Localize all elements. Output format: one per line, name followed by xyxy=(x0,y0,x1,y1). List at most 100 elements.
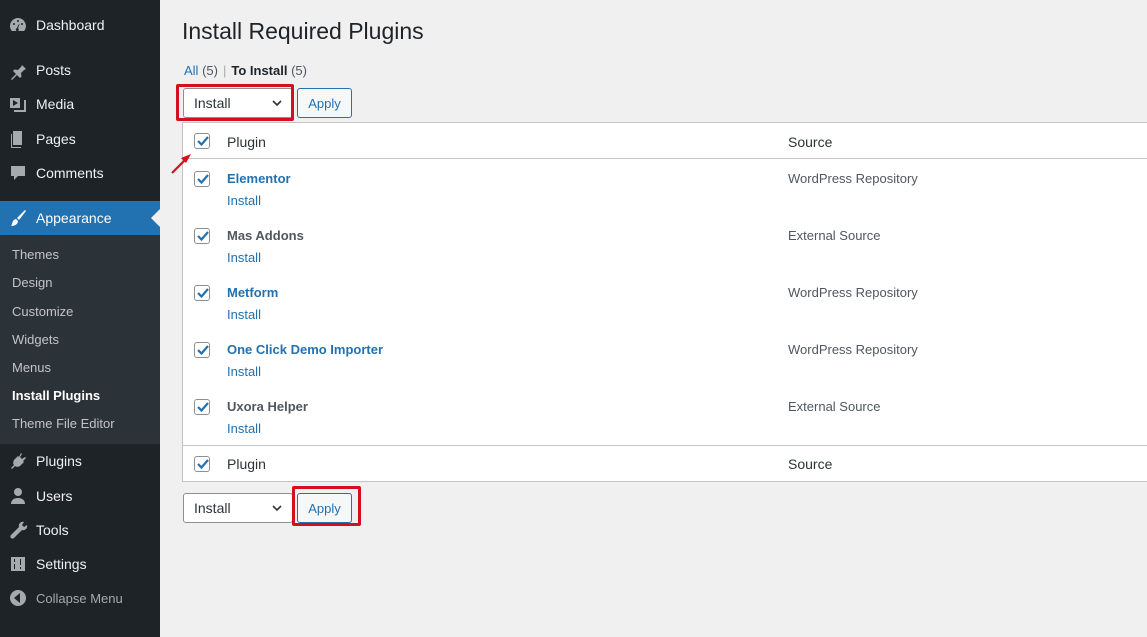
checkmark-icon xyxy=(197,345,209,356)
plugin-name-link[interactable]: Elementor xyxy=(227,171,291,186)
install-link[interactable]: Install xyxy=(227,250,261,265)
plugin-icon xyxy=(0,451,36,471)
sidebar-item-users[interactable]: Users xyxy=(0,479,160,513)
checkmark-icon xyxy=(197,288,209,299)
sidebar-item-label: Comments xyxy=(36,165,104,181)
table-row: Uxora Helper Install External Source xyxy=(183,388,1147,445)
table-row: Metform Install WordPress Repository xyxy=(183,274,1147,331)
plugin-source: WordPress Repository xyxy=(788,342,918,357)
column-footer-plugin[interactable]: Plugin xyxy=(227,456,266,472)
filter-to-install-link[interactable]: To Install (5) xyxy=(231,63,307,78)
sidebar-item-appearance[interactable]: Appearance xyxy=(0,201,160,235)
table-header: Plugin Source xyxy=(183,123,1147,159)
apply-button-bottom[interactable]: Apply xyxy=(297,493,352,523)
checkmark-icon xyxy=(197,402,209,413)
collapse-menu-button[interactable]: Collapse Menu xyxy=(0,581,160,615)
pages-icon xyxy=(0,129,36,149)
filter-all-link[interactable]: All (5) xyxy=(184,63,218,78)
install-link[interactable]: Install xyxy=(227,421,261,436)
dashboard-icon xyxy=(0,15,36,35)
pin-icon xyxy=(0,60,36,80)
sidebar-item-settings[interactable]: Settings xyxy=(0,547,160,581)
column-footer-source[interactable]: Source xyxy=(788,456,832,472)
plugin-name: Mas Addons xyxy=(227,228,304,243)
sidebar-item-dashboard[interactable]: Dashboard xyxy=(0,8,160,42)
admin-sidebar: Dashboard Posts Media Pages Comments App… xyxy=(0,0,160,637)
page-title: Install Required Plugins xyxy=(182,18,424,44)
install-link[interactable]: Install xyxy=(227,307,261,322)
sliders-icon xyxy=(0,554,36,574)
collapse-icon xyxy=(0,588,36,608)
select-all-checkbox-bottom[interactable] xyxy=(194,456,210,472)
sidebar-item-label: Settings xyxy=(36,556,87,572)
filter-to-install-label: To Install xyxy=(231,63,288,78)
column-header-source[interactable]: Source xyxy=(788,134,832,150)
status-filters: All (5) | To Install (5) xyxy=(184,63,307,78)
sidebar-item-label: Users xyxy=(36,488,73,504)
column-header-plugin[interactable]: Plugin xyxy=(227,134,266,150)
plugin-source: WordPress Repository xyxy=(788,171,918,186)
checkmark-icon xyxy=(197,231,209,242)
comment-icon xyxy=(0,163,36,183)
submenu-item-theme-file-editor[interactable]: Theme File Editor xyxy=(12,416,115,431)
sidebar-item-label: Dashboard xyxy=(36,17,105,33)
plugin-source: External Source xyxy=(788,399,881,414)
bulk-action-value: Install xyxy=(194,500,231,516)
plugin-name-link[interactable]: One Click Demo Importer xyxy=(227,342,383,357)
plugins-table: Plugin Source Elementor Install WordPres… xyxy=(182,122,1147,482)
sidebar-item-label: Posts xyxy=(36,62,72,78)
chevron-down-icon xyxy=(272,505,282,512)
filter-to-install-count: (5) xyxy=(291,63,307,78)
sidebar-item-posts[interactable]: Posts xyxy=(0,53,160,87)
chevron-down-icon xyxy=(272,100,282,107)
collapse-menu-label: Collapse Menu xyxy=(36,590,123,606)
sidebar-item-label: Appearance xyxy=(36,210,112,226)
bulk-action-select-bottom[interactable]: Install xyxy=(183,493,293,523)
brush-icon xyxy=(0,208,36,228)
filter-all-count: (5) xyxy=(202,63,218,78)
install-link[interactable]: Install xyxy=(227,193,261,208)
appearance-submenu: Themes Design Customize Widgets Menus In… xyxy=(0,235,160,444)
apply-button-top[interactable]: Apply xyxy=(297,88,352,118)
wrench-icon xyxy=(0,520,36,540)
filter-separator: | xyxy=(222,63,227,78)
sidebar-item-label: Plugins xyxy=(36,453,82,469)
plugin-name: Uxora Helper xyxy=(227,399,308,414)
submenu-item-themes[interactable]: Themes xyxy=(12,247,59,262)
row-checkbox[interactable] xyxy=(194,171,210,187)
row-checkbox[interactable] xyxy=(194,399,210,415)
checkmark-icon xyxy=(197,136,209,147)
media-icon xyxy=(0,94,36,114)
sidebar-item-tools[interactable]: Tools xyxy=(0,513,160,547)
submenu-item-widgets[interactable]: Widgets xyxy=(12,332,59,347)
table-footer: Plugin Source xyxy=(183,445,1147,481)
install-link[interactable]: Install xyxy=(227,364,261,379)
plugin-source: WordPress Repository xyxy=(788,285,918,300)
select-all-checkbox-top[interactable] xyxy=(194,133,210,149)
sidebar-item-comments[interactable]: Comments xyxy=(0,156,160,190)
table-row: One Click Demo Importer Install WordPres… xyxy=(183,331,1147,388)
annotation-arrow-icon xyxy=(171,154,191,174)
plugin-name-link[interactable]: Metform xyxy=(227,285,278,300)
submenu-item-design[interactable]: Design xyxy=(12,275,52,290)
plugin-source: External Source xyxy=(788,228,881,243)
submenu-item-menus[interactable]: Menus xyxy=(12,360,51,375)
submenu-item-install-plugins[interactable]: Install Plugins xyxy=(12,388,100,403)
bulk-action-value: Install xyxy=(194,95,231,111)
bulk-action-select-top[interactable]: Install xyxy=(183,88,293,118)
sidebar-item-pages[interactable]: Pages xyxy=(0,122,160,156)
sidebar-item-plugins[interactable]: Plugins xyxy=(0,444,160,478)
table-row: Mas Addons Install External Source xyxy=(183,217,1147,274)
table-row: Elementor Install WordPress Repository xyxy=(183,160,1147,217)
submenu-item-customize[interactable]: Customize xyxy=(12,304,73,319)
user-icon xyxy=(0,486,36,506)
checkmark-icon xyxy=(197,459,209,470)
sidebar-item-media[interactable]: Media xyxy=(0,87,160,121)
sidebar-item-label: Tools xyxy=(36,522,69,538)
checkmark-icon xyxy=(197,174,209,185)
filter-all-label: All xyxy=(184,63,199,78)
sidebar-item-label: Media xyxy=(36,96,75,112)
row-checkbox[interactable] xyxy=(194,285,210,301)
row-checkbox[interactable] xyxy=(194,342,210,358)
row-checkbox[interactable] xyxy=(194,228,210,244)
